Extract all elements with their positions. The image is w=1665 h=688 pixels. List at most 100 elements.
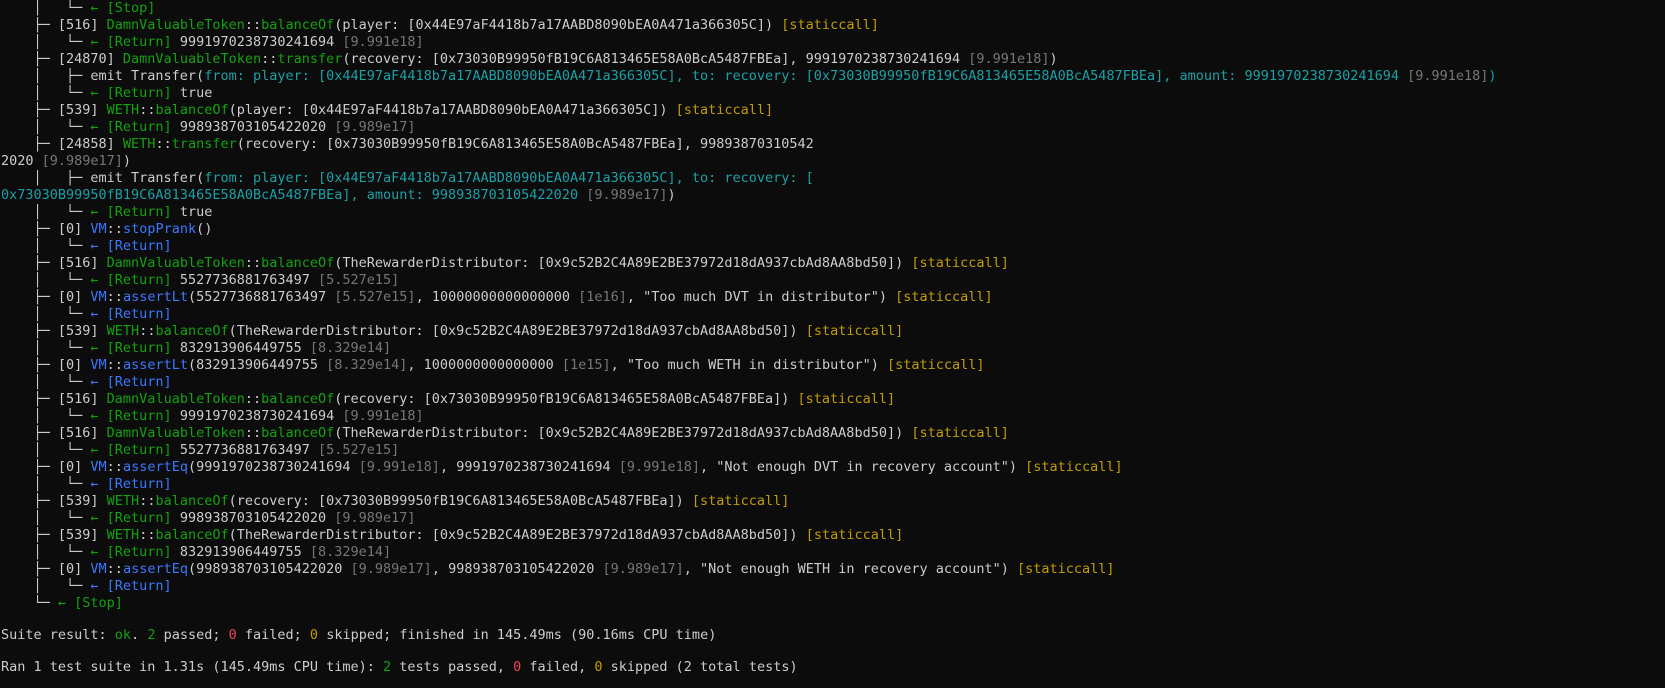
terminal-text: DamnValuableToken [122, 51, 262, 67]
terminal-text: true [179, 85, 213, 101]
trace-output: │ └─ ← [Stop] ├─ [516] DamnValuableToken… [0, 0, 1665, 612]
terminal-text: (TheRewarderDistributor: [0x9c52B2C4A89E… [334, 425, 912, 441]
terminal-text: ├─ [0] [1, 221, 91, 237]
terminal-text: │ └─ [1, 340, 91, 356]
terminal-text: assertLt [122, 357, 188, 373]
terminal-text: [staticcall] [1025, 459, 1123, 475]
terminal-text: ← [Return] [90, 408, 180, 424]
trace-line: │ └─ ← [Return] 832913906449755 [8.329e1… [0, 544, 1665, 561]
terminal-text: ← [Return] [90, 510, 180, 526]
terminal-text: (TheRewarderDistributor: [0x9c52B2C4A89E… [334, 255, 912, 271]
terminal-text: :: [244, 425, 262, 441]
terminal-text: [9.989e17] [334, 510, 416, 526]
terminal-text: , 9991970238730241694 [439, 459, 619, 475]
terminal-text: [9.991e18] [968, 51, 1050, 67]
trace-line: │ ├─ emit Transfer(from: player: [0x44E9… [0, 68, 1665, 85]
run-summary-line: Ran 1 test suite in 1.31s (145.49ms CPU … [0, 659, 1665, 676]
trace-line: ├─ [516] DamnValuableToken::balanceOf(Th… [0, 425, 1665, 442]
trace-line: │ └─ ← [Return] [0, 306, 1665, 323]
terminal-text: , 998938703105422020 [431, 561, 603, 577]
terminal-text: :: [106, 221, 123, 237]
terminal-text: │ └─ [1, 544, 91, 560]
terminal-text: ← [Return] [90, 34, 180, 50]
trace-line: ├─ [516] DamnValuableToken::balanceOf(pl… [0, 17, 1665, 34]
terminal-text: [5.527e15] [317, 442, 400, 458]
terminal-window[interactable]: │ └─ ← [Stop] ├─ [516] DamnValuableToken… [0, 0, 1665, 688]
terminal-text: 0x73030B99950fB19C6A813465E58A0BcA5487FB… [1, 187, 587, 203]
terminal-text: ├─ [0] [1, 357, 91, 373]
terminal-text: [9.991e18] [342, 34, 424, 50]
terminal-text: [8.329e14] [309, 544, 392, 560]
terminal-text: │ ├─ emit Transfer( [1, 68, 205, 84]
terminal-text: ) [122, 153, 132, 169]
terminal-text: balanceOf [155, 102, 229, 118]
terminal-text: │ └─ [1, 476, 91, 492]
terminal-text: assertLt [122, 289, 188, 305]
trace-line: ├─ [516] DamnValuableToken::balanceOf(re… [0, 391, 1665, 408]
terminal-text: VM [90, 289, 107, 305]
terminal-text: balanceOf [155, 323, 229, 339]
terminal-text: │ └─ [1, 204, 91, 220]
terminal-text: [staticcall] [691, 493, 790, 509]
terminal-text: WETH [122, 136, 156, 152]
trace-line: ├─ [0] VM::assertEq(9991970238730241694 … [0, 459, 1665, 476]
test-summary: Suite result: ok. 2 passed; 0 failed; 0 … [0, 612, 1665, 676]
terminal-text: (player: [0x44E97aF4418b7a17AABD8090bEA0… [228, 102, 676, 118]
terminal-text: (recovery: [0x73030B99950fB19C6A813465E5… [228, 493, 692, 509]
suite-result-line: Suite result: ok. 2 passed; 0 failed; 0 … [0, 627, 1665, 644]
terminal-text: balanceOf [155, 493, 229, 509]
trace-line: ├─ [539] WETH::balanceOf(TheRewarderDist… [0, 527, 1665, 544]
terminal-text: ├─ [516] [1, 255, 107, 271]
terminal-text: transfer [277, 51, 343, 67]
terminal-text: ) [1049, 51, 1058, 67]
trace-line: 2020 [9.989e17]) [0, 153, 1665, 170]
terminal-text: balanceOf [261, 425, 335, 441]
terminal-text: DamnValuableToken [106, 255, 245, 271]
terminal-text: │ └─ [1, 442, 91, 458]
terminal-text: passed; [155, 627, 229, 643]
terminal-text: skipped; finished in 145.49ms (90.16ms C… [318, 627, 717, 643]
trace-line: │ └─ ← [Return] 5527736881763497 [5.527e… [0, 442, 1665, 459]
terminal-text: :: [261, 51, 278, 67]
trace-line: └─ ← [Stop] [0, 595, 1665, 612]
terminal-text: ├─ [539] [1, 493, 107, 509]
terminal-text: │ ├─ emit Transfer( [1, 170, 205, 186]
trace-line: │ └─ ← [Stop] [0, 0, 1665, 17]
terminal-text: ← [Return] [90, 306, 172, 322]
terminal-text: failed, [521, 659, 595, 675]
trace-line: │ └─ ← [Return] [0, 578, 1665, 595]
terminal-text: │ └─ [1, 306, 91, 322]
terminal-text: ├─ [539] [1, 323, 107, 339]
terminal-text: ← [Stop] [90, 0, 156, 16]
terminal-text: [staticcall] [1017, 561, 1115, 577]
terminal-text: │ └─ [1, 374, 91, 390]
terminal-text: assertEq [122, 561, 188, 577]
terminal-text: balanceOf [261, 17, 335, 33]
terminal-text: transfer [171, 136, 237, 152]
terminal-text: 5527736881763497 [179, 272, 318, 288]
terminal-text: WETH [106, 527, 140, 543]
terminal-text: [9.991e18] [342, 408, 424, 424]
trace-line: │ └─ ← [Return] 832913906449755 [8.329e1… [0, 340, 1665, 357]
terminal-text: │ └─ [1, 238, 91, 254]
terminal-text: VM [90, 561, 107, 577]
trace-line: 0x73030B99950fB19C6A813465E58A0BcA5487FB… [0, 187, 1665, 204]
trace-line: ├─ [539] WETH::balanceOf(recovery: [0x73… [0, 493, 1665, 510]
terminal-text: │ └─ [1, 408, 91, 424]
terminal-text: ) [667, 187, 676, 203]
trace-line: ├─ [539] WETH::balanceOf(TheRewarderDist… [0, 323, 1665, 340]
terminal-text: true [179, 204, 213, 220]
terminal-text: :: [155, 136, 172, 152]
terminal-text: ← [Return] [90, 578, 172, 594]
terminal-text: │ └─ [1, 119, 91, 135]
terminal-text: (5527736881763497 [187, 289, 335, 305]
terminal-text: (recovery: [0x73030B99950fB19C6A813465E5… [236, 136, 814, 152]
terminal-text: :: [139, 323, 156, 339]
terminal-text: ├─ [0] [1, 459, 91, 475]
terminal-text: (TheRewarderDistributor: [0x9c52B2C4A89E… [228, 527, 806, 543]
trace-line: ├─ [0] VM::assertLt(5527736881763497 [5.… [0, 289, 1665, 306]
terminal-text: [staticcall] [797, 391, 896, 407]
terminal-text: │ └─ [1, 0, 91, 16]
